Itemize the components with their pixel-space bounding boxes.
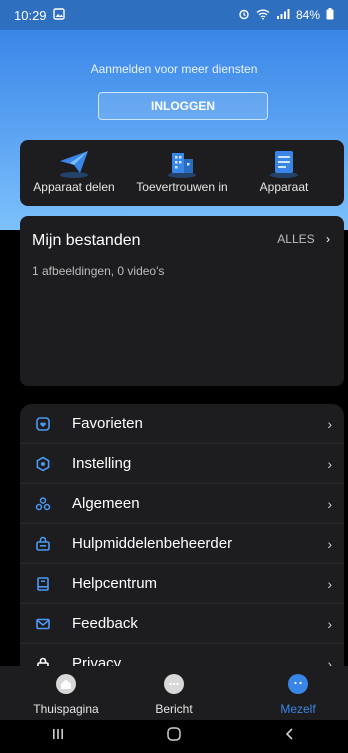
menu-item-label: Feedback	[72, 615, 138, 632]
tab-profile[interactable]: Mezelf	[240, 672, 348, 716]
chevron-right-icon: ›	[327, 455, 332, 472]
menu-item-feedback[interactable]: Feedback ›	[20, 604, 344, 644]
quick-action-label: Toevertrouwen in	[136, 180, 228, 194]
mail-icon	[32, 616, 54, 632]
signal-icon	[276, 8, 290, 23]
home-icon	[8, 672, 124, 696]
battery-level: 84%	[295, 8, 320, 22]
wifi-icon	[256, 8, 270, 23]
message-icon	[116, 672, 232, 696]
menu-item-help-center[interactable]: Helpcentrum ›	[20, 564, 344, 604]
chevron-right-icon: ›	[326, 232, 330, 246]
tab-label: Bericht	[155, 702, 193, 716]
general-icon	[32, 496, 54, 512]
my-files-card[interactable]: Mijn bestanden ALLES › 1 afbeeldingen, 0…	[20, 216, 344, 386]
quick-action-label: Apparaat delen	[33, 180, 115, 194]
tab-label: Mezelf	[280, 702, 316, 716]
login-prompt: Aanmelden voor meer diensten	[90, 62, 258, 76]
tab-messages[interactable]: Bericht	[116, 672, 232, 716]
tab-home[interactable]: Thuispagina	[8, 672, 124, 716]
quick-action-device[interactable]: Apparaat	[234, 146, 334, 194]
battery-icon	[326, 7, 334, 23]
chevron-right-icon: ›	[327, 495, 332, 512]
chevron-right-icon: ›	[327, 535, 332, 552]
favorites-icon	[32, 416, 54, 432]
all-files-link[interactable]: ALLES ›	[277, 232, 330, 246]
quick-action-entrust[interactable]: Toevertrouwen in	[132, 146, 232, 194]
profile-icon	[240, 672, 348, 696]
menu-item-general[interactable]: Algemeen ›	[20, 484, 344, 524]
building-icon	[132, 146, 232, 180]
tools-icon	[32, 536, 54, 552]
chevron-right-icon: ›	[327, 415, 332, 432]
chevron-right-icon: ›	[327, 575, 332, 592]
back-icon[interactable]	[283, 727, 297, 746]
gallery-notification-icon	[52, 7, 65, 23]
menu-item-tools-manager[interactable]: Hulpmiddelenbeheerder ›	[20, 524, 344, 564]
all-files-label: ALLES	[277, 232, 315, 246]
quick-action-share-device[interactable]: Apparaat delen	[24, 146, 124, 194]
menu-item-label: Algemeen	[72, 495, 140, 512]
help-icon	[32, 576, 54, 592]
paper-plane-icon	[24, 146, 124, 180]
menu-item-label: Helpcentrum	[72, 575, 158, 592]
recent-apps-icon[interactable]	[51, 727, 65, 746]
status-bar: 10:29 84%	[0, 0, 348, 30]
settings-icon	[32, 456, 54, 472]
status-time: 10:29	[14, 7, 47, 23]
home-button-icon[interactable]	[166, 726, 182, 747]
tab-label: Thuispagina	[33, 702, 99, 716]
quick-actions: Apparaat delen Toevertrouwen in Apparaat	[20, 140, 344, 206]
my-files-title: Mijn bestanden	[32, 232, 141, 249]
chevron-right-icon: ›	[327, 615, 332, 632]
menu-item-label: Hulpmiddelenbeheerder	[72, 535, 233, 552]
system-navigation-bar	[0, 720, 348, 753]
alarm-icon	[238, 8, 250, 23]
settings-menu: Favorieten › Instelling › Algemeen › Hul…	[20, 404, 344, 674]
quick-action-label: Apparaat	[259, 180, 309, 194]
document-icon	[234, 146, 334, 180]
menu-item-settings[interactable]: Instelling ›	[20, 444, 344, 484]
menu-item-label: Instelling	[72, 455, 132, 472]
bottom-navigation: Thuispagina Bericht Mezelf	[0, 666, 348, 720]
files-summary: 1 afbeeldingen, 0 video's	[32, 264, 165, 278]
menu-item-favorites[interactable]: Favorieten ›	[20, 404, 344, 444]
login-button[interactable]: INLOGGEN	[98, 92, 268, 120]
menu-item-label: Favorieten	[72, 415, 143, 432]
